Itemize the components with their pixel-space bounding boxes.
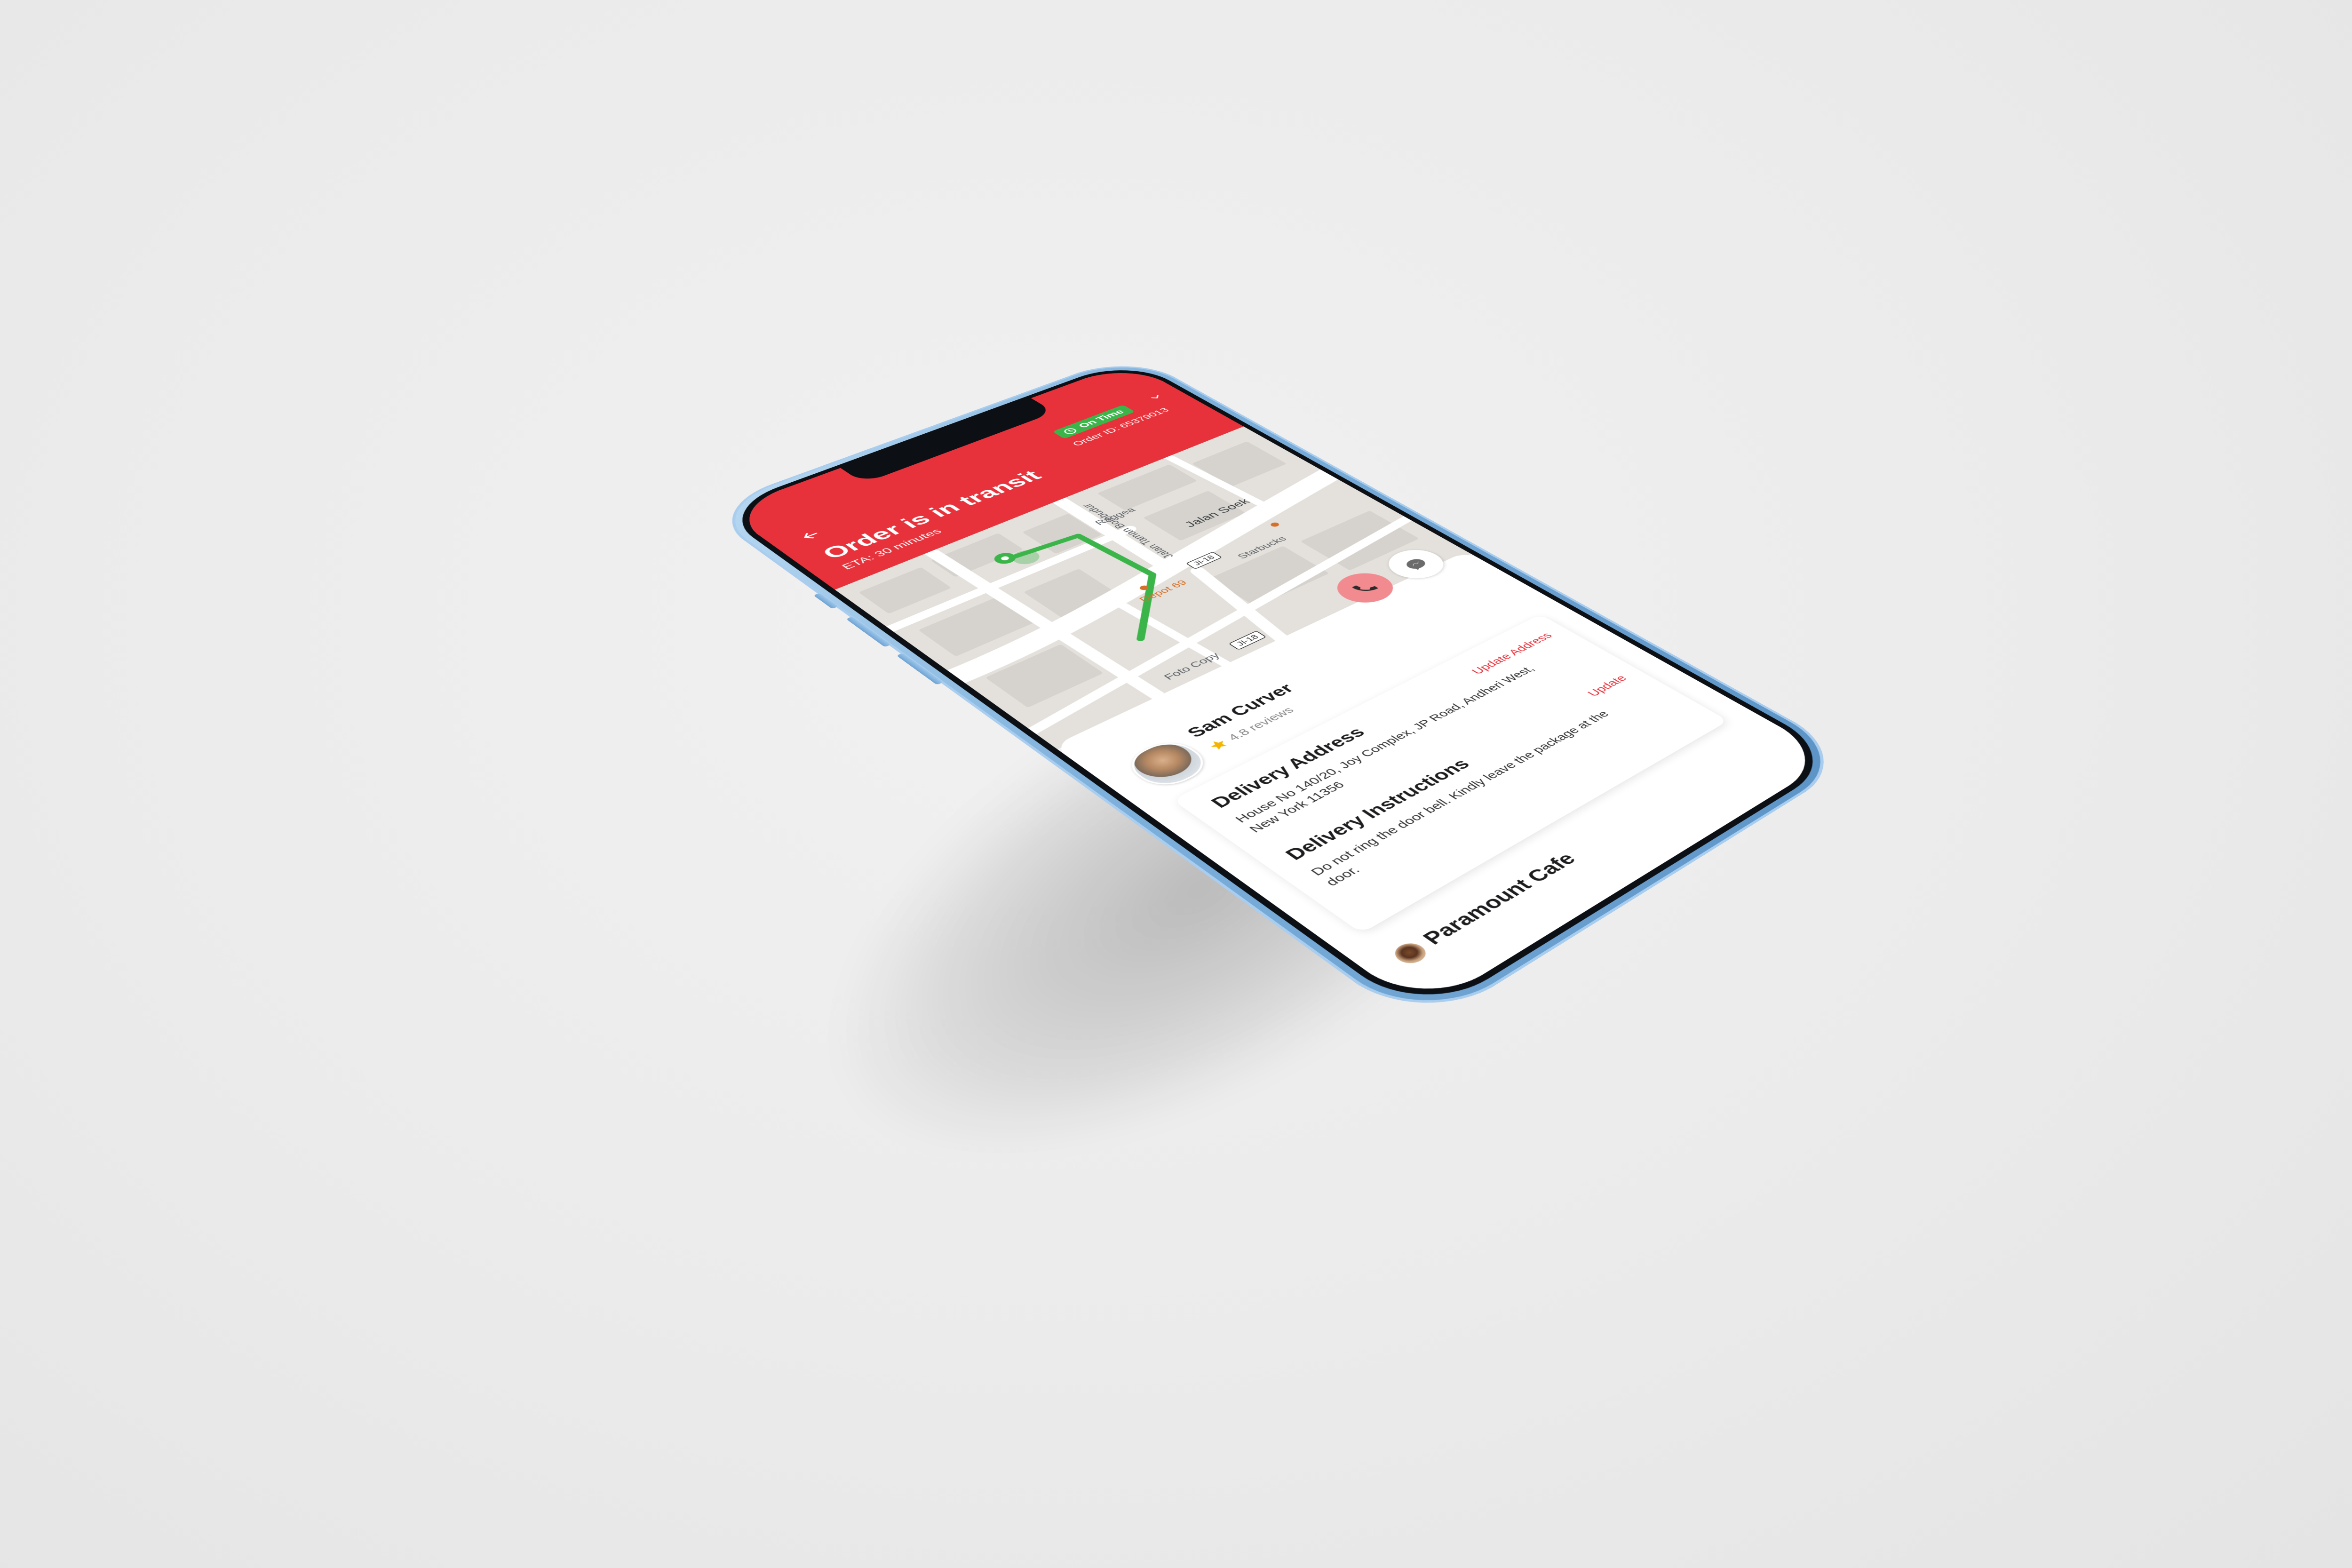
clock-icon <box>1060 427 1080 436</box>
message-icon <box>1403 557 1430 572</box>
scene: Order is in transit ETA: 30 minutes On T… <box>0 0 2352 1568</box>
chevron-down-icon[interactable] <box>1146 392 1167 402</box>
update-instructions-link[interactable]: Update <box>1585 673 1630 699</box>
phone-icon <box>1351 581 1379 595</box>
back-arrow-icon[interactable] <box>797 529 824 542</box>
